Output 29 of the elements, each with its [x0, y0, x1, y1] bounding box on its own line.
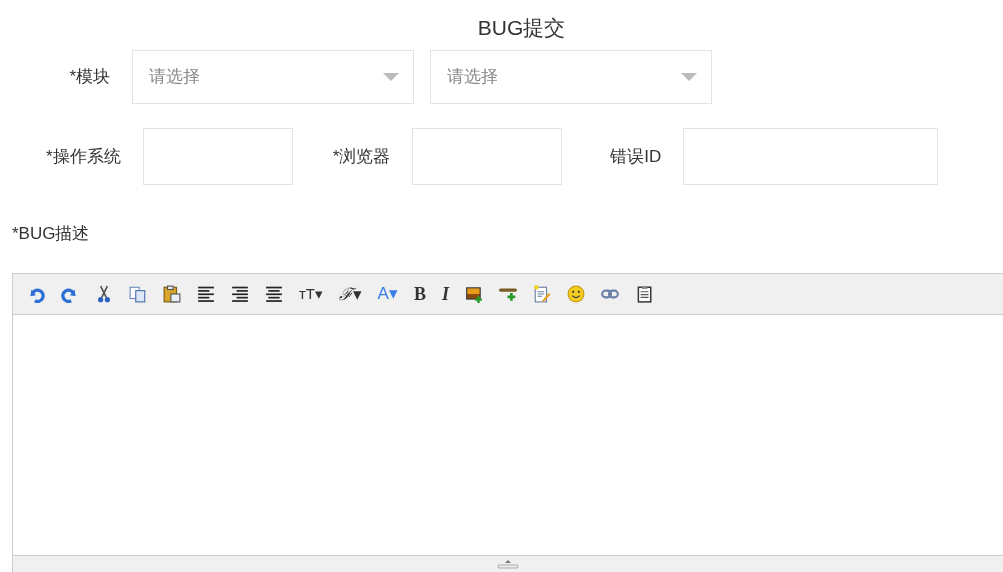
caret-icon — [383, 72, 399, 81]
toolbar-button[interactable]: B — [413, 284, 426, 304]
toolbar-button[interactable]: ℱ▾ — [339, 284, 362, 304]
field-label: *操作系统 — [46, 146, 121, 168]
input-field[interactable] — [412, 128, 563, 185]
paste-icon[interactable] — [163, 285, 181, 303]
smiley-icon[interactable] — [566, 285, 585, 303]
copy-icon[interactable] — [129, 285, 147, 303]
field-label: *BUG描述 — [12, 223, 91, 245]
align-right-icon[interactable] — [231, 285, 249, 303]
input-field[interactable] — [683, 128, 939, 185]
toolbar-button[interactable]: I — [441, 284, 449, 304]
undo-icon[interactable] — [27, 285, 45, 303]
field-label: *模块 — [68, 66, 110, 88]
align-left-icon[interactable] — [197, 285, 215, 303]
dropdown[interactable]: 请选择 — [430, 49, 712, 104]
field-label: 错误ID — [610, 146, 662, 168]
toolbar-button[interactable]: тT▾ — [299, 284, 324, 304]
align-center-icon[interactable] — [265, 285, 283, 303]
field-label: *浏览器 — [332, 146, 391, 168]
form-title: BUG提交 — [476, 15, 567, 41]
dropdown[interactable]: 请选择 — [132, 49, 414, 104]
input-field[interactable] — [142, 128, 293, 185]
caret-icon — [681, 72, 697, 81]
document-pencil-icon[interactable] — [532, 285, 551, 303]
scissors-icon[interactable] — [95, 285, 113, 303]
horizontal-rule-icon[interactable] — [498, 285, 517, 303]
resize-handle-icon[interactable] — [497, 559, 519, 569]
image-icon[interactable] — [464, 285, 483, 303]
